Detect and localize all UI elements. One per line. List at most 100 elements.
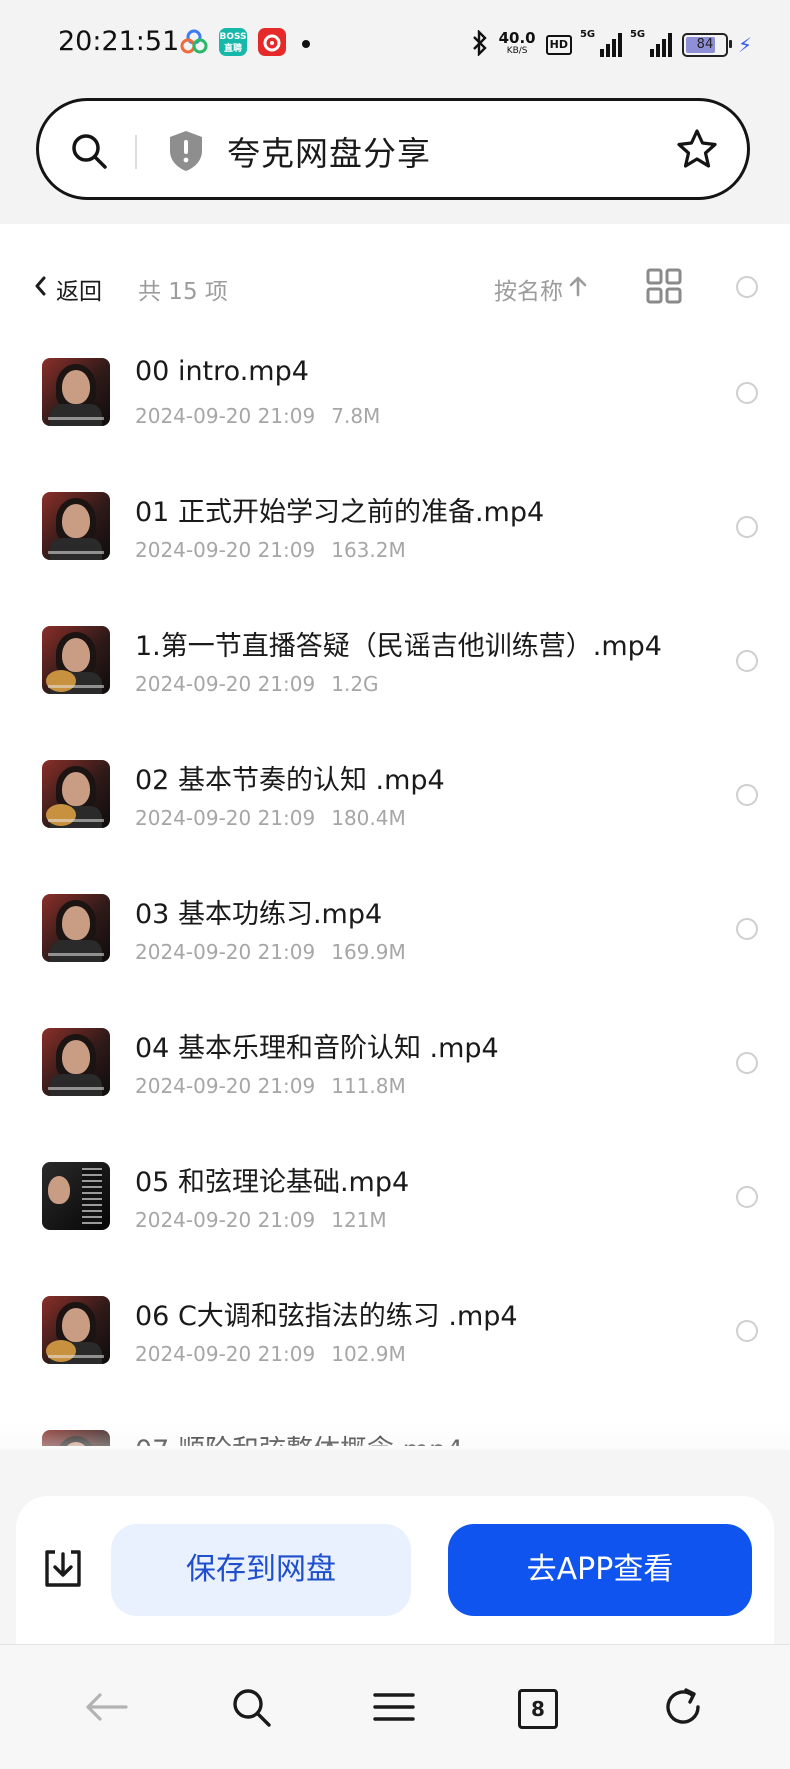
file-size: 1.2G bbox=[331, 672, 379, 696]
battery-level: 84 bbox=[696, 37, 714, 52]
top-area: 20:21:51 BOSS 直聘 40.0 KB/S HD 5G 5G 84 ⚡… bbox=[0, 0, 790, 224]
file-row[interactable]: 04 基本乐理和音阶认知 .mp4 2024-09-20 21:09 111.8M bbox=[0, 996, 790, 1130]
file-size: 111.8M bbox=[331, 1074, 406, 1098]
file-select-radio[interactable] bbox=[736, 1186, 758, 1208]
video-thumbnail bbox=[42, 626, 110, 694]
action-panel: 保存到网盘 去APP查看 bbox=[16, 1496, 774, 1646]
network-speed: 40.0 KB/S bbox=[498, 29, 536, 58]
file-row[interactable]: 05 和弦理论基础.mp4 2024-09-20 21:09 121M bbox=[0, 1130, 790, 1264]
hd-voice-badge: HD bbox=[545, 35, 572, 55]
file-meta: 2024-09-20 21:09 163.2M bbox=[135, 538, 406, 562]
status-time: 20:21:51 bbox=[58, 26, 180, 57]
file-meta: 2024-09-20 21:09 7.8M bbox=[135, 404, 380, 428]
file-name: 03 基本功练习.mp4 bbox=[135, 899, 383, 930]
nav-search-button[interactable] bbox=[225, 1683, 277, 1735]
file-date: 2024-09-20 21:09 bbox=[135, 538, 316, 562]
list-header: 返回 共 15 项 按名称 bbox=[0, 250, 790, 326]
file-name: 1.第一节直播答疑（民谣吉他训练营）.mp4 bbox=[135, 631, 662, 662]
file-meta: 2024-09-20 21:09 1.2G bbox=[135, 672, 379, 696]
grid-view-icon[interactable] bbox=[646, 268, 682, 308]
file-date: 2024-09-20 21:09 bbox=[135, 672, 316, 696]
file-select-radio[interactable] bbox=[736, 516, 758, 538]
file-row[interactable]: 03 基本功练习.mp4 2024-09-20 21:09 169.9M bbox=[0, 862, 790, 996]
open-in-app-button[interactable]: 去APP查看 bbox=[448, 1524, 752, 1616]
signal-sim1-icon: 5G bbox=[580, 29, 622, 57]
back-button[interactable]: 返回 bbox=[34, 272, 102, 306]
shield-icon[interactable] bbox=[167, 129, 205, 177]
download-icon[interactable] bbox=[42, 1548, 84, 1594]
nav-tabs-button[interactable]: 8 bbox=[512, 1683, 564, 1735]
file-name: 06 C大调和弦指法的练习 .mp4 bbox=[135, 1301, 518, 1332]
video-thumbnail bbox=[42, 760, 110, 828]
file-size: 121M bbox=[331, 1208, 387, 1232]
file-meta: 2024-09-20 21:09 102.9M bbox=[135, 1342, 406, 1366]
search-bar[interactable]: 夸克网盘分享 bbox=[36, 98, 750, 200]
file-date: 2024-09-20 21:09 bbox=[135, 1342, 316, 1366]
bluetooth-icon bbox=[471, 29, 489, 60]
status-bar: 20:21:51 BOSS 直聘 40.0 KB/S HD 5G 5G 84 ⚡ bbox=[0, 0, 790, 90]
battery-icon: 84 bbox=[681, 33, 732, 57]
bookmark-star-icon[interactable] bbox=[675, 127, 719, 175]
nav-menu-button[interactable] bbox=[368, 1683, 420, 1735]
file-meta: 2024-09-20 21:09 111.8M bbox=[135, 1074, 406, 1098]
file-select-radio[interactable] bbox=[736, 1320, 758, 1342]
file-row[interactable]: 1.第一节直播答疑（民谣吉他训练营）.mp4 2024-09-20 21:09 1.… bbox=[0, 594, 790, 728]
sort-label: 按名称 bbox=[494, 279, 563, 305]
nav-back-button[interactable] bbox=[80, 1683, 132, 1735]
file-size: 180.4M bbox=[331, 806, 406, 830]
search-query-text[interactable]: 夸克网盘分享 bbox=[227, 127, 431, 175]
video-thumbnail bbox=[42, 1296, 110, 1364]
file-row[interactable]: 06 C大调和弦指法的练习 .mp4 2024-09-20 21:09 102.9M bbox=[0, 1264, 790, 1398]
file-size: 163.2M bbox=[331, 538, 406, 562]
colorful-app-icon bbox=[180, 28, 208, 56]
file-size: 102.9M bbox=[331, 1342, 406, 1366]
network-speed-value: 40.0 bbox=[498, 29, 536, 47]
file-name: 01 正式开始学习之前的准备.mp4 bbox=[135, 497, 545, 528]
file-list: 00 intro.mp4 2024-09-20 21:09 7.8M 01 正式开始学… bbox=[0, 326, 790, 1446]
file-date: 2024-09-20 21:09 bbox=[135, 1074, 316, 1098]
file-meta: 2024-09-20 21:09 121M bbox=[135, 1208, 387, 1232]
file-select-radio[interactable] bbox=[736, 650, 758, 672]
file-name: 04 基本乐理和音阶认知 .mp4 bbox=[135, 1033, 499, 1064]
sort-button[interactable]: 按名称 bbox=[494, 272, 587, 306]
back-label: 返回 bbox=[56, 279, 102, 305]
signal-sim2-icon: 5G bbox=[630, 29, 672, 57]
arrow-left-icon bbox=[84, 1692, 128, 1726]
bottom-nav: 8 bbox=[0, 1644, 790, 1769]
file-name: 02 基本节奏的认知 .mp4 bbox=[135, 765, 445, 796]
sim1-network-tag: 5G bbox=[579, 29, 596, 40]
file-select-radio[interactable] bbox=[736, 918, 758, 940]
file-row[interactable]: 00 intro.mp4 2024-09-20 21:09 7.8M bbox=[0, 326, 790, 460]
nav-refresh-button[interactable] bbox=[657, 1683, 709, 1735]
file-size: 169.9M bbox=[331, 940, 406, 964]
search-icon bbox=[230, 1686, 272, 1732]
select-all-radio[interactable] bbox=[736, 276, 758, 298]
file-select-radio[interactable] bbox=[736, 382, 758, 404]
search-divider bbox=[135, 135, 137, 169]
notification-dot bbox=[302, 40, 310, 48]
file-row[interactable]: 01 正式开始学习之前的准备.mp4 2024-09-20 21:09 163.2M bbox=[0, 460, 790, 594]
chevron-left-icon bbox=[34, 276, 46, 302]
file-meta: 2024-09-20 21:09 180.4M bbox=[135, 806, 406, 830]
file-select-radio[interactable] bbox=[736, 784, 758, 806]
boss-zhipin-icon: BOSS 直聘 bbox=[219, 28, 247, 56]
charging-icon: ⚡ bbox=[737, 33, 752, 57]
video-thumbnail bbox=[42, 894, 110, 962]
network-speed-unit: KB/S bbox=[506, 46, 528, 56]
video-thumbnail bbox=[42, 492, 110, 560]
status-indicators: 40.0 KB/S HD 5G 5G 84 ⚡ bbox=[471, 28, 752, 62]
file-name: 00 intro.mp4 bbox=[135, 356, 309, 387]
sim2-network-tag: 5G bbox=[629, 29, 646, 40]
video-thumbnail bbox=[42, 1028, 110, 1096]
file-date: 2024-09-20 21:09 bbox=[135, 940, 316, 964]
file-row[interactable]: 02 基本节奏的认知 .mp4 2024-09-20 21:09 180.4M bbox=[0, 728, 790, 862]
file-size: 7.8M bbox=[331, 404, 381, 428]
file-date: 2024-09-20 21:09 bbox=[135, 806, 316, 830]
search-icon[interactable] bbox=[69, 131, 109, 175]
save-to-drive-button[interactable]: 保存到网盘 bbox=[111, 1524, 411, 1616]
file-name: 05 和弦理论基础.mp4 bbox=[135, 1167, 410, 1198]
file-select-radio[interactable] bbox=[736, 1052, 758, 1074]
file-date: 2024-09-20 21:09 bbox=[135, 1208, 316, 1232]
arrow-up-icon bbox=[569, 275, 587, 303]
file-meta: 2024-09-20 21:09 169.9M bbox=[135, 940, 406, 964]
